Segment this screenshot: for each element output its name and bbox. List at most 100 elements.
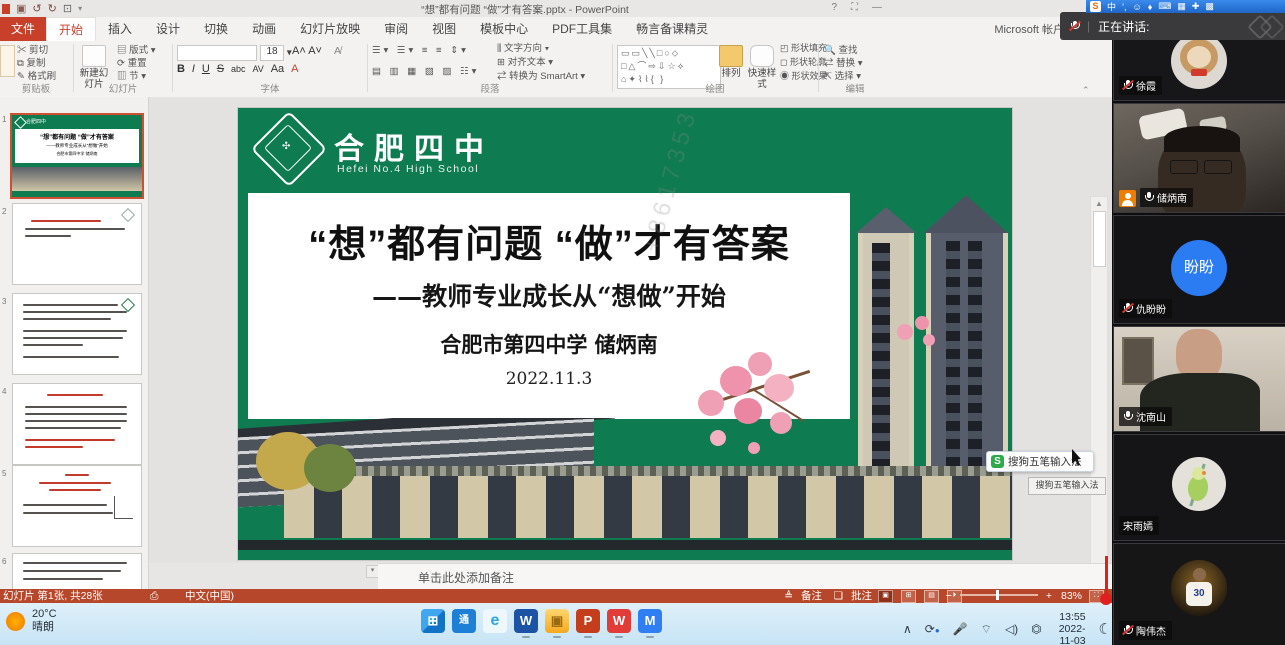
tab-insert[interactable]: 插入	[96, 17, 144, 41]
thumbnail-slide-1[interactable]: 合肥四中 “想”都有问题 “做”才有答案 ——教师专业成长从“想做”开始 合肥市…	[10, 113, 144, 199]
layout-button[interactable]: ▤ 版式 ▾	[117, 44, 156, 57]
wps-icon[interactable]: W	[607, 609, 631, 633]
ime-toolbox-icon[interactable]: ▦	[1177, 1, 1186, 12]
tab-design[interactable]: 设计	[144, 17, 192, 41]
notes-placeholder[interactable]: 单击此处添加备注	[418, 569, 514, 586]
participant-tile-shennanshan[interactable]: 沈南山	[1113, 326, 1285, 432]
ime-keyboard-icon[interactable]: ⌨	[1158, 1, 1171, 12]
collapse-ribbon-icon[interactable]: ⌃	[1082, 85, 1090, 96]
change-case-button[interactable]: Aa	[271, 63, 284, 75]
reading-view-icon[interactable]: ▤	[924, 590, 939, 603]
minimize-button[interactable]: —	[872, 2, 882, 13]
ime-grid-icon[interactable]: ▩	[1205, 1, 1214, 12]
thumbnail-slide-6[interactable]	[12, 553, 142, 589]
participant-tile-songyuyan[interactable]: 宋雨嫣	[1113, 434, 1285, 541]
group-label: 绘图	[614, 81, 816, 95]
start-button[interactable]: ⊞	[421, 609, 445, 633]
paste-button[interactable]	[0, 45, 15, 77]
sogou-logo-icon[interactable]: S	[1090, 1, 1101, 12]
ie-browser-icon[interactable]: e	[483, 609, 507, 633]
italic-button[interactable]: I	[192, 63, 195, 75]
language-status[interactable]: 中文(中国)	[185, 589, 234, 603]
font-color-button[interactable]: A	[291, 63, 298, 75]
tab-pdf-tools[interactable]: PDF工具集	[540, 17, 624, 41]
replace-button[interactable]: ⇄ 替换 ▾	[824, 57, 863, 70]
thumbnail-slide-5[interactable]	[12, 465, 142, 547]
weather-widget[interactable]: 20°C晴朗	[6, 608, 57, 634]
hidden-icons-chevron[interactable]: ∧	[903, 622, 912, 636]
wifi-icon[interactable]: ⌔	[981, 622, 992, 637]
accessibility-icon[interactable]: ⎙	[150, 589, 158, 603]
word-icon[interactable]: W	[514, 609, 538, 633]
zoom-in-icon[interactable]: +	[1046, 589, 1052, 603]
zoom-slider[interactable]	[960, 594, 1038, 596]
zoom-control[interactable]: − +	[946, 589, 1052, 603]
bold-button[interactable]: B	[177, 63, 185, 75]
ime-emoji-icon[interactable]: ☺	[1133, 2, 1142, 12]
tab-slideshow[interactable]: 幻灯片放映	[288, 17, 372, 41]
strikethrough-button[interactable]: S	[217, 63, 224, 75]
participant-tile-chubingnan[interactable]: 储炳南	[1113, 103, 1285, 213]
text-direction-button[interactable]: ⫼ 文字方向 ▾	[497, 42, 549, 55]
clock[interactable]: 13:55 2022-11-03	[1055, 611, 1086, 645]
file-explorer-icon[interactable]: ▣	[545, 609, 569, 633]
tab-animations[interactable]: 动画	[240, 17, 288, 41]
help-button[interactable]: ?	[831, 2, 837, 13]
thumbnail-slide-4[interactable]	[12, 383, 142, 465]
tab-file[interactable]: 文件	[0, 17, 46, 41]
zoom-level[interactable]: 83%	[1061, 589, 1082, 603]
align-buttons[interactable]: ▤ ▥ ▦ ▧ ▨ ☷▾	[372, 65, 479, 78]
tab-home[interactable]: 开始	[46, 17, 96, 41]
ime-toolbar[interactable]: S 中 ’, ☺ ♦ ⌨ ▦ ✚ ▩	[1086, 0, 1285, 13]
tab-changyan[interactable]: 畅言备课精灵	[624, 17, 720, 41]
participant-tile-taoweijie[interactable]: 30 陶伟杰	[1113, 543, 1285, 645]
zoom-out-icon[interactable]: −	[946, 589, 952, 603]
char-spacing-button[interactable]: AV	[252, 64, 263, 74]
tab-template-center[interactable]: 模板中心	[468, 17, 540, 41]
reset-button[interactable]: ⟳ 重置	[117, 57, 147, 70]
tab-view[interactable]: 视图	[420, 17, 468, 41]
slide-thumbnail-pane[interactable]: 1 合肥四中 “想”都有问题 “做”才有答案 ——教师专业成长从“想做”开始 合…	[0, 97, 149, 589]
font-name-input[interactable]	[177, 45, 257, 61]
arrange-button[interactable]: 排列	[718, 43, 744, 79]
ime-voice-icon[interactable]: ♦	[1148, 2, 1153, 12]
speaking-indicator-bar: | 正在讲话:	[1060, 12, 1285, 40]
mic-tray-icon[interactable]: 🎤	[953, 622, 968, 636]
powerpoint-icon[interactable]: P	[576, 609, 600, 633]
clear-format-button[interactable]: A̸	[334, 45, 341, 57]
cut-button[interactable]: ✂ 剪切	[17, 44, 48, 57]
tab-review[interactable]: 审阅	[372, 17, 420, 41]
scroll-up-icon[interactable]: ▲	[1091, 199, 1107, 208]
thumbnail-slide-3[interactable]	[12, 293, 142, 375]
notes-toggle[interactable]: ≜备注	[784, 589, 822, 603]
ime-punctuation-icon[interactable]: ’,	[1122, 2, 1127, 12]
underline-button[interactable]: U	[202, 63, 210, 75]
changyan-app-icon[interactable]: 通	[452, 609, 476, 633]
tab-transitions[interactable]: 切换	[192, 17, 240, 41]
meeting-app-icon[interactable]: M	[638, 609, 662, 633]
slide-sorter-icon[interactable]: ⊞	[901, 590, 916, 603]
scrollbar-thumb[interactable]	[1093, 211, 1106, 267]
notes-pane[interactable]: 单击此处添加备注	[378, 563, 1112, 590]
bullet-buttons[interactable]: ☰▾ ☰▾ ≡ ≡ ⇕▾	[372, 44, 469, 57]
thumb-number: 2	[2, 207, 6, 216]
ime-skin-icon[interactable]: ✚	[1192, 1, 1200, 12]
comments-toggle[interactable]: ❏批注	[834, 589, 872, 603]
shadow-button[interactable]: abc	[231, 64, 246, 74]
normal-view-icon[interactable]: ▣	[878, 590, 893, 603]
align-text-button[interactable]: ⊞ 对齐文本 ▾	[497, 56, 553, 69]
slide-canvas[interactable]: ✣ 合肥四中 Hefei No.4 High School “想”都有问题 “做…	[238, 108, 1012, 560]
participant-tile-qiupanpan[interactable]: 盼盼 仇盼盼	[1113, 215, 1285, 324]
camera-tray-icon[interactable]: ⏣	[1031, 622, 1041, 636]
sync-tray-icon[interactable]: ⟳●	[925, 622, 940, 636]
copy-button[interactable]: ⧉ 复制	[17, 57, 45, 70]
font-size-input[interactable]: 18 ▾	[260, 45, 292, 61]
thumbnail-slide-2[interactable]	[12, 203, 142, 285]
ime-mode-chinese[interactable]: 中	[1107, 0, 1116, 13]
microsoft-account[interactable]: Microsoft 帐户	[994, 21, 1064, 37]
find-button[interactable]: 🔍 查找	[824, 44, 857, 57]
night-mode-icon[interactable]: ☾	[1099, 620, 1112, 638]
ribbon-options-button[interactable]: ⛶	[851, 2, 858, 13]
grow-font-button[interactable]: A˄ A˅	[292, 45, 322, 57]
volume-icon[interactable]: ◁)	[1005, 622, 1018, 636]
